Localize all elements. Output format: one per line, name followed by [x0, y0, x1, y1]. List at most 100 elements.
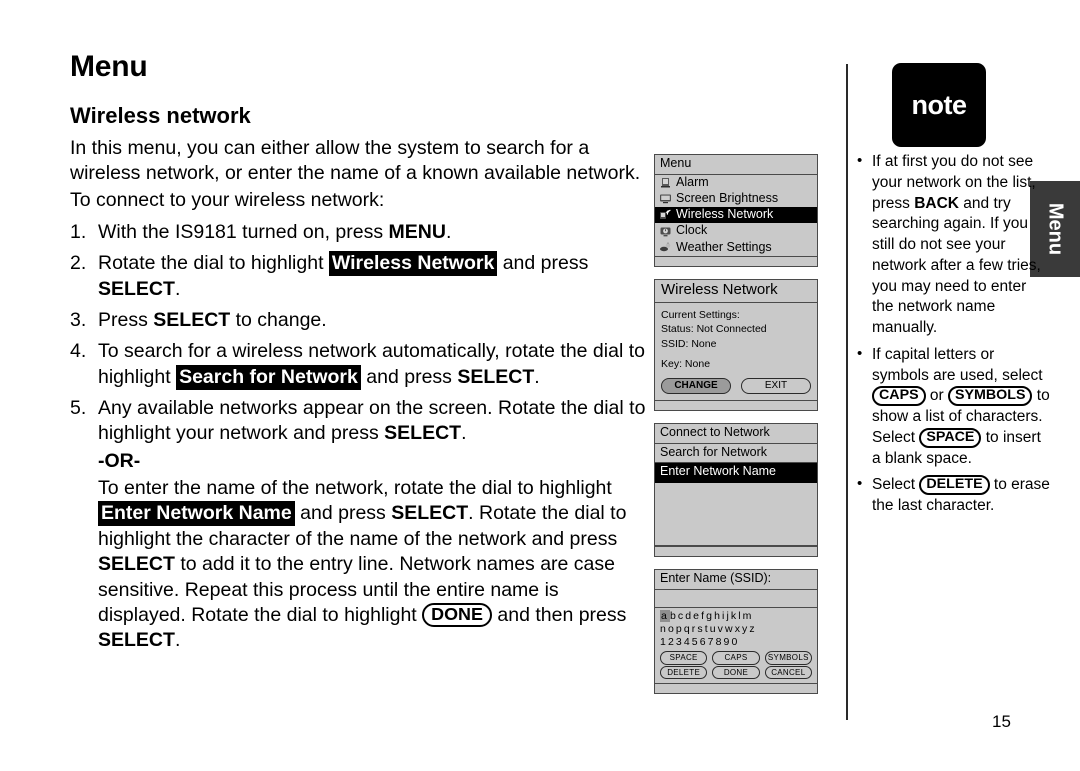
step-5-text-c: . — [461, 422, 467, 445]
wireless-screen-footer — [655, 400, 817, 411]
note-pill-caps: CAPS — [872, 386, 926, 407]
step-1: With the IS9181 turned on, press MENU. — [70, 220, 650, 246]
wireless-line-key: Key: None — [661, 358, 711, 371]
exit-button[interactable]: EXIT — [741, 377, 811, 395]
keyboard-selected-char[interactable]: a — [660, 609, 670, 622]
note-2-text-a: If capital letters or symbols are used, … — [872, 345, 1043, 384]
page-number: 15 — [992, 712, 1011, 731]
delete-button[interactable]: DELETE — [660, 665, 708, 680]
alt-highlight-enter-network-name: Enter Network Name — [98, 501, 295, 527]
alt-text-a: To enter the name of the network, rotate… — [98, 477, 612, 500]
enter-name-screen-footer — [655, 683, 817, 694]
note-pill-symbols: SYMBOLS — [948, 386, 1033, 407]
menu-item-screen-brightness[interactable]: Screen Brightness — [655, 191, 817, 207]
step-3-text-c: to change. — [230, 309, 327, 332]
wireless-line-ssid: SSID: None — [661, 337, 717, 350]
main-content-column: Menu Wireless network In this menu, you … — [70, 52, 650, 660]
weather-icon — [659, 242, 672, 253]
step-2-select-key: SELECT — [98, 277, 175, 300]
note-badge: note — [892, 63, 986, 147]
step-3-text-a: Press — [98, 309, 154, 332]
step-5: Any available networks appear on the scr… — [70, 396, 650, 653]
menu-item-clock[interactable]: Clock — [655, 223, 817, 239]
menu-item-wireless-network-label: Wireless Network — [676, 207, 774, 222]
step-5-alternate-paragraph: To enter the name of the network, rotate… — [98, 476, 650, 653]
keyboard-row-2[interactable]: nopqrstuvwxyz — [660, 623, 812, 636]
change-button[interactable]: CHANGE — [661, 377, 731, 395]
step-4-highlight-search-for-network: Search for Network — [176, 364, 361, 390]
intro-paragraph-1: In this menu, you can either allow the s… — [70, 137, 641, 185]
character-keyboard: abcdefghijklm nopqrstuvwxyz 1234567890 — [655, 608, 817, 650]
keyboard-row-1[interactable]: abcdefghijklm — [660, 609, 812, 623]
ssid-entry-line[interactable] — [655, 590, 817, 608]
step-2-text-b: and press — [497, 252, 589, 275]
step-4-text-b: and press — [360, 365, 458, 388]
connect-screen-footer — [655, 545, 817, 556]
wireless-line-current-settings: Current Settings: — [661, 308, 740, 321]
step-4-text-d: . — [534, 365, 540, 388]
screen-icon — [659, 193, 672, 204]
step-5-text-a: Any available networks appear on the scr… — [98, 397, 646, 445]
step-3-select-key: SELECT — [153, 309, 231, 332]
section-title: Wireless network — [70, 103, 251, 128]
note-item-3: Select DELETE to erase the last characte… — [855, 474, 1051, 517]
connect-screen-title: Connect to Network — [655, 424, 817, 444]
alt-select-key-1: SELECT — [391, 502, 469, 525]
alarm-clock-icon — [659, 177, 672, 188]
enter-name-screen-body: abcdefghijklm nopqrstuvwxyz 1234567890 S… — [655, 607, 817, 684]
menu-item-screen-brightness-label: Screen Brightness — [676, 190, 779, 205]
cancel-button[interactable]: CANCEL — [764, 665, 812, 680]
intro-paragraph-2: To connect to your wireless network: — [70, 189, 385, 212]
caps-button[interactable]: CAPS — [712, 650, 760, 665]
menu-screen-title: Menu — [655, 155, 817, 175]
step-1-text-a: With the IS9181 turned on, press — [98, 221, 389, 244]
done-button[interactable]: DONE — [712, 665, 760, 680]
note-pill-space: SPACE — [919, 427, 982, 448]
device-screen-menu: Menu Alarm Screen Brightness Wireless Ne… — [654, 154, 818, 267]
note-1-back-key: BACK — [914, 194, 959, 212]
page-title: Menu — [70, 50, 148, 83]
keyboard-row-3[interactable]: 1234567890 — [660, 636, 812, 649]
step-4: To search for a wireless network automat… — [70, 339, 650, 390]
note-item-2: If capital letters or symbols are used, … — [855, 344, 1051, 470]
alt-pill-done: DONE — [422, 602, 492, 627]
note-3-text-a: Select — [872, 476, 920, 494]
list-item-enter-network-name[interactable]: Enter Network Name — [655, 463, 817, 483]
steps-list: With the IS9181 turned on, press MENU. R… — [70, 220, 650, 654]
alt-select-key-3: SELECT — [98, 629, 175, 652]
step-2-text-a: Rotate the dial to highlight — [98, 252, 329, 275]
alt-text-g: and then press — [491, 603, 627, 626]
step-1-menu-key: MENU — [388, 221, 446, 244]
keyboard-buttons-row-2: DELETE DONE CANCEL — [655, 665, 817, 684]
list-item-search-for-network[interactable]: Search for Network — [655, 444, 817, 464]
symbols-button[interactable]: SYMBOLS — [764, 650, 812, 665]
menu-item-wireless-network[interactable]: Wireless Network — [655, 207, 817, 224]
wireless-screen-title: Wireless Network — [655, 279, 817, 303]
wireless-line-status: Status: Not Connected — [661, 323, 767, 336]
device-screen-mockups: Menu Alarm Screen Brightness Wireless Ne… — [654, 154, 818, 706]
alt-text-b: and press — [294, 502, 392, 525]
device-screen-wireless-network: Wireless Network Current Settings: Statu… — [654, 278, 818, 412]
note-list: If at first you do not see your network … — [855, 151, 1051, 523]
vertical-divider — [846, 64, 848, 720]
keyboard-buttons-row-1: SPACE CAPS SYMBOLS — [655, 650, 817, 665]
step-2-highlight-wireless-network: Wireless Network — [328, 251, 498, 277]
keyboard-row-1-rest[interactable]: bcdefghijklm — [670, 610, 754, 622]
note-1-text-b: and try searching again. If you still do… — [872, 194, 1041, 337]
wireless-current-settings: Current Settings: Status: Not Connected … — [655, 303, 817, 376]
connect-screen-list: Search for Network Enter Network Name — [655, 443, 817, 546]
space-button[interactable]: SPACE — [660, 650, 708, 665]
wireless-screen-buttons: CHANGE EXIT — [655, 376, 817, 401]
menu-item-clock-label: Clock — [676, 223, 708, 238]
menu-item-alarm[interactable]: Alarm — [655, 175, 817, 191]
menu-item-weather-settings-label: Weather Settings — [676, 239, 772, 254]
note-2-text-b: or — [925, 387, 948, 405]
step-2: Rotate the dial to highlight Wireless Ne… — [70, 251, 650, 302]
menu-item-weather-settings[interactable]: Weather Settings — [655, 240, 817, 256]
connect-screen-empty-area — [655, 483, 817, 546]
device-screen-connect-to-network: Connect to Network Search for Network En… — [654, 423, 818, 557]
step-5-select-key: SELECT — [384, 422, 462, 445]
alt-text-i: . — [174, 629, 181, 652]
enter-name-screen-title: Enter Name (SSID): — [655, 569, 817, 590]
clock-icon — [659, 226, 672, 237]
